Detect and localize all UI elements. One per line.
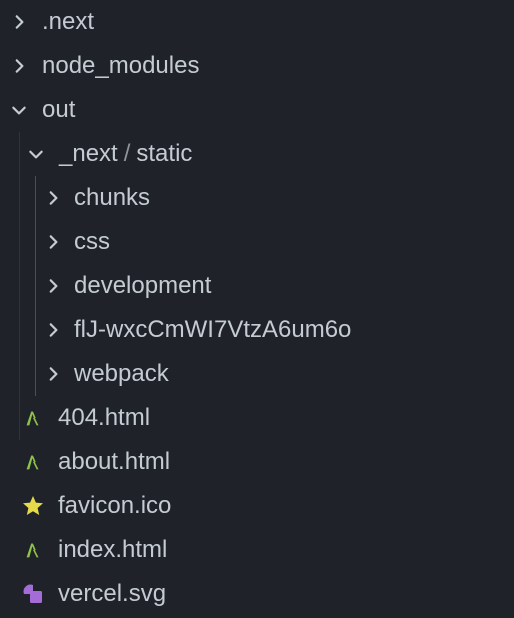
tree-item-label: about.html <box>58 448 171 475</box>
tree-item-index-html[interactable]: index.html <box>0 528 514 572</box>
svg-icon <box>20 581 46 607</box>
tree-item-dot-next[interactable]: .next <box>0 0 514 44</box>
tree-item-build-id[interactable]: flJ-wxcCmWI7VtzA6um6o <box>0 308 514 352</box>
tree-item-vercel-svg[interactable]: vercel.svg <box>0 572 514 616</box>
tree-item-404-html[interactable]: 404.html <box>0 396 514 440</box>
tree-item-node-modules[interactable]: node_modules <box>0 44 514 88</box>
tree-item-label: webpack <box>74 360 169 387</box>
tree-item-label: out <box>42 96 76 123</box>
tree-item-favicon-ico[interactable]: favicon.ico <box>0 484 514 528</box>
html-icon <box>20 449 46 475</box>
tree-item-label: .next <box>42 8 95 35</box>
tree-item-label: chunks <box>74 184 151 211</box>
chevron-down-icon <box>25 143 47 165</box>
tree-item-label: index.html <box>58 536 168 563</box>
star-icon <box>20 493 46 519</box>
tree-item-label: development <box>74 272 212 299</box>
tree-item-label: 404.html <box>58 404 151 431</box>
chevron-right-icon <box>42 231 64 253</box>
tree-item-label: css <box>74 228 110 255</box>
file-explorer-tree: .next node_modules out _next / static ch… <box>0 0 514 618</box>
tree-item-css[interactable]: css <box>0 220 514 264</box>
chevron-right-icon <box>42 363 64 385</box>
chevron-right-icon <box>8 55 30 77</box>
tree-item-out[interactable]: out <box>0 88 514 132</box>
chevron-down-icon <box>8 99 30 121</box>
tree-item-label: favicon.ico <box>58 492 172 519</box>
tree-item-about-html[interactable]: about.html <box>0 440 514 484</box>
chevron-right-icon <box>42 187 64 209</box>
tree-item-webpack[interactable]: webpack <box>0 352 514 396</box>
tree-item-label: static <box>136 140 193 167</box>
tree-item-chunks[interactable]: chunks <box>0 176 514 220</box>
chevron-right-icon <box>8 11 30 33</box>
tree-item-label: _next <box>59 140 118 167</box>
path-separator: / <box>123 140 131 167</box>
html-icon <box>20 405 46 431</box>
chevron-right-icon <box>42 275 64 297</box>
html-icon <box>20 537 46 563</box>
chevron-right-icon <box>42 319 64 341</box>
tree-item-label: vercel.svg <box>58 580 167 607</box>
tree-item-label: node_modules <box>42 52 200 79</box>
tree-item-development[interactable]: development <box>0 264 514 308</box>
tree-item-label: flJ-wxcCmWI7VtzA6um6o <box>74 316 352 343</box>
tree-item-next-static[interactable]: _next / static <box>0 132 514 176</box>
